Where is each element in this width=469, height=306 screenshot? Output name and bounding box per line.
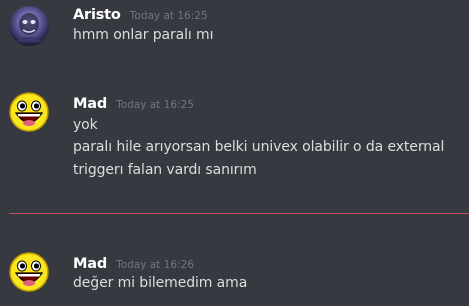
awesome-smiley-face-icon [9, 92, 49, 132]
message-text: hmm onlar paralı mı [73, 27, 214, 43]
username[interactable]: Mad [73, 256, 107, 272]
message-text: triggerı falan vardı sanırım [73, 162, 257, 178]
message-header: Mad Today at 16:25 [73, 93, 194, 112]
timestamp: Today at 16:25 [116, 99, 194, 111]
message-text: yok [73, 117, 98, 133]
avatar[interactable] [9, 252, 49, 292]
message-text: değer mi bilemedim ama [73, 275, 248, 291]
avatar[interactable] [9, 92, 49, 132]
username[interactable]: Aristo [73, 7, 121, 23]
avatar[interactable] [9, 6, 49, 46]
message-header: Aristo Today at 16:25 [73, 4, 208, 23]
timestamp: Today at 16:25 [129, 10, 208, 22]
username[interactable]: Mad [73, 96, 107, 112]
dark-face-avatar-icon [9, 6, 49, 46]
awesome-smiley-face-icon [9, 252, 49, 292]
timestamp: Today at 16:26 [116, 259, 194, 271]
chat-message-list: Aristo Today at 16:25 hmm onlar paralı m… [0, 0, 469, 306]
message-text: paralı hile arıyorsan belki univex olabi… [73, 139, 445, 155]
new-messages-divider [9, 213, 469, 214]
message-header: Mad Today at 16:26 [73, 253, 194, 272]
